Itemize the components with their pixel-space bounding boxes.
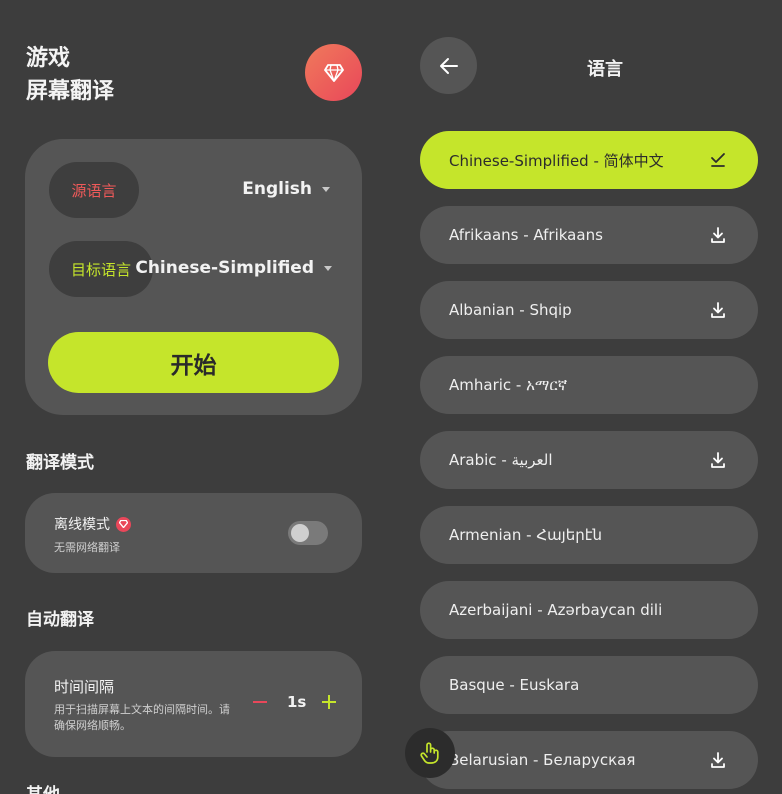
premium-button[interactable]: [305, 44, 362, 101]
language-item-label: Afrikaans - Afrikaans: [449, 226, 603, 244]
section-title-auto: 自动翻译: [26, 610, 94, 630]
arrow-left-icon: [439, 57, 458, 74]
language-item-label: Arabic - العربية: [449, 451, 553, 469]
premium-badge-icon: [116, 516, 131, 532]
language-item[interactable]: Chinese-Simplified - 简体中文: [420, 131, 758, 189]
language-item-label: Chinese-Simplified - 简体中文: [449, 151, 664, 170]
settings-panel: 游戏 屏幕翻译 源语言 English 目标语言 Chinese-Simplif…: [0, 0, 390, 794]
language-item-label: Basque - Euskara: [449, 676, 580, 694]
download-icon[interactable]: [709, 301, 727, 319]
target-language-value: Chinese-Simplified: [135, 258, 314, 278]
interval-stepper: 1s: [253, 693, 337, 711]
back-button[interactable]: [420, 37, 477, 94]
app-title: 游戏 屏幕翻译: [26, 42, 114, 108]
download-icon[interactable]: [709, 451, 727, 469]
app-title-line1: 游戏: [26, 46, 71, 71]
plus-icon[interactable]: [322, 695, 337, 709]
language-item[interactable]: Arabic - العربية: [420, 431, 758, 489]
language-item[interactable]: Belarusian - Беларуская: [420, 731, 758, 789]
source-language-select[interactable]: English: [242, 179, 330, 199]
touch-float-button[interactable]: [405, 728, 455, 778]
chevron-down-icon: [324, 265, 332, 271]
language-item-label: Amharic - አማርኛ: [449, 376, 568, 394]
source-language-label: 源语言: [49, 162, 139, 218]
download-icon[interactable]: [709, 226, 727, 244]
app-title-line2: 屏幕翻译: [26, 79, 115, 104]
language-item[interactable]: Basque - Euskara: [420, 656, 758, 714]
language-item[interactable]: Azerbaijani - Azərbaycan dili: [420, 581, 758, 639]
offline-mode-card: 离线模式 无需网络翻译: [25, 493, 362, 573]
language-card: 源语言 English 目标语言 Chinese-Simplified 开始: [25, 139, 362, 415]
offline-mode-title: 离线模式: [54, 517, 110, 533]
language-item[interactable]: Amharic - አማርኛ: [420, 356, 758, 414]
chevron-down-icon: [322, 186, 330, 192]
minus-icon[interactable]: [253, 701, 267, 703]
language-item[interactable]: Albanian - Shqip: [420, 281, 758, 339]
language-item-label: Albanian - Shqip: [449, 301, 572, 319]
interval-description: 用于扫描屏幕上文本的间隔时间。请确保网络顺畅。: [54, 703, 230, 732]
check-icon: [711, 153, 725, 167]
language-panel: 语言 Chinese-Simplified - 简体中文 Afrikaans - …: [390, 0, 782, 794]
language-item-label: Armenian - Հայերէն: [449, 526, 602, 544]
target-language-select[interactable]: Chinese-Simplified: [135, 258, 332, 278]
offline-mode-title-row: 离线模式: [54, 514, 131, 534]
tap-hand-icon: [420, 742, 439, 764]
language-page-title: 语言: [587, 59, 623, 80]
language-item[interactable]: Armenian - Հայերէն: [420, 506, 758, 564]
language-item[interactable]: Afrikaans - Afrikaans: [420, 206, 758, 264]
start-button[interactable]: 开始: [48, 332, 339, 393]
offline-mode-subtitle: 无需网络翻译: [54, 541, 120, 554]
diamond-icon: [323, 63, 344, 82]
section-title-other: 其他: [26, 780, 60, 794]
download-icon[interactable]: [709, 751, 727, 769]
offline-mode-toggle[interactable]: [288, 521, 328, 545]
interval-value: 1s: [287, 693, 307, 711]
source-language-value: English: [242, 179, 312, 199]
interval-card: 时间间隔 用于扫描屏幕上文本的间隔时间。请确保网络顺畅。 1s: [25, 651, 362, 757]
language-item-label: Azerbaijani - Azərbaycan dili: [449, 601, 663, 619]
language-list: Chinese-Simplified - 简体中文 Afrikaans - Afr…: [420, 131, 758, 794]
section-title-mode: 翻译模式: [26, 453, 94, 473]
interval-title: 时间间隔: [54, 678, 115, 696]
language-item-label: Belarusian - Беларуская: [449, 751, 636, 769]
toggle-knob: [291, 524, 309, 542]
